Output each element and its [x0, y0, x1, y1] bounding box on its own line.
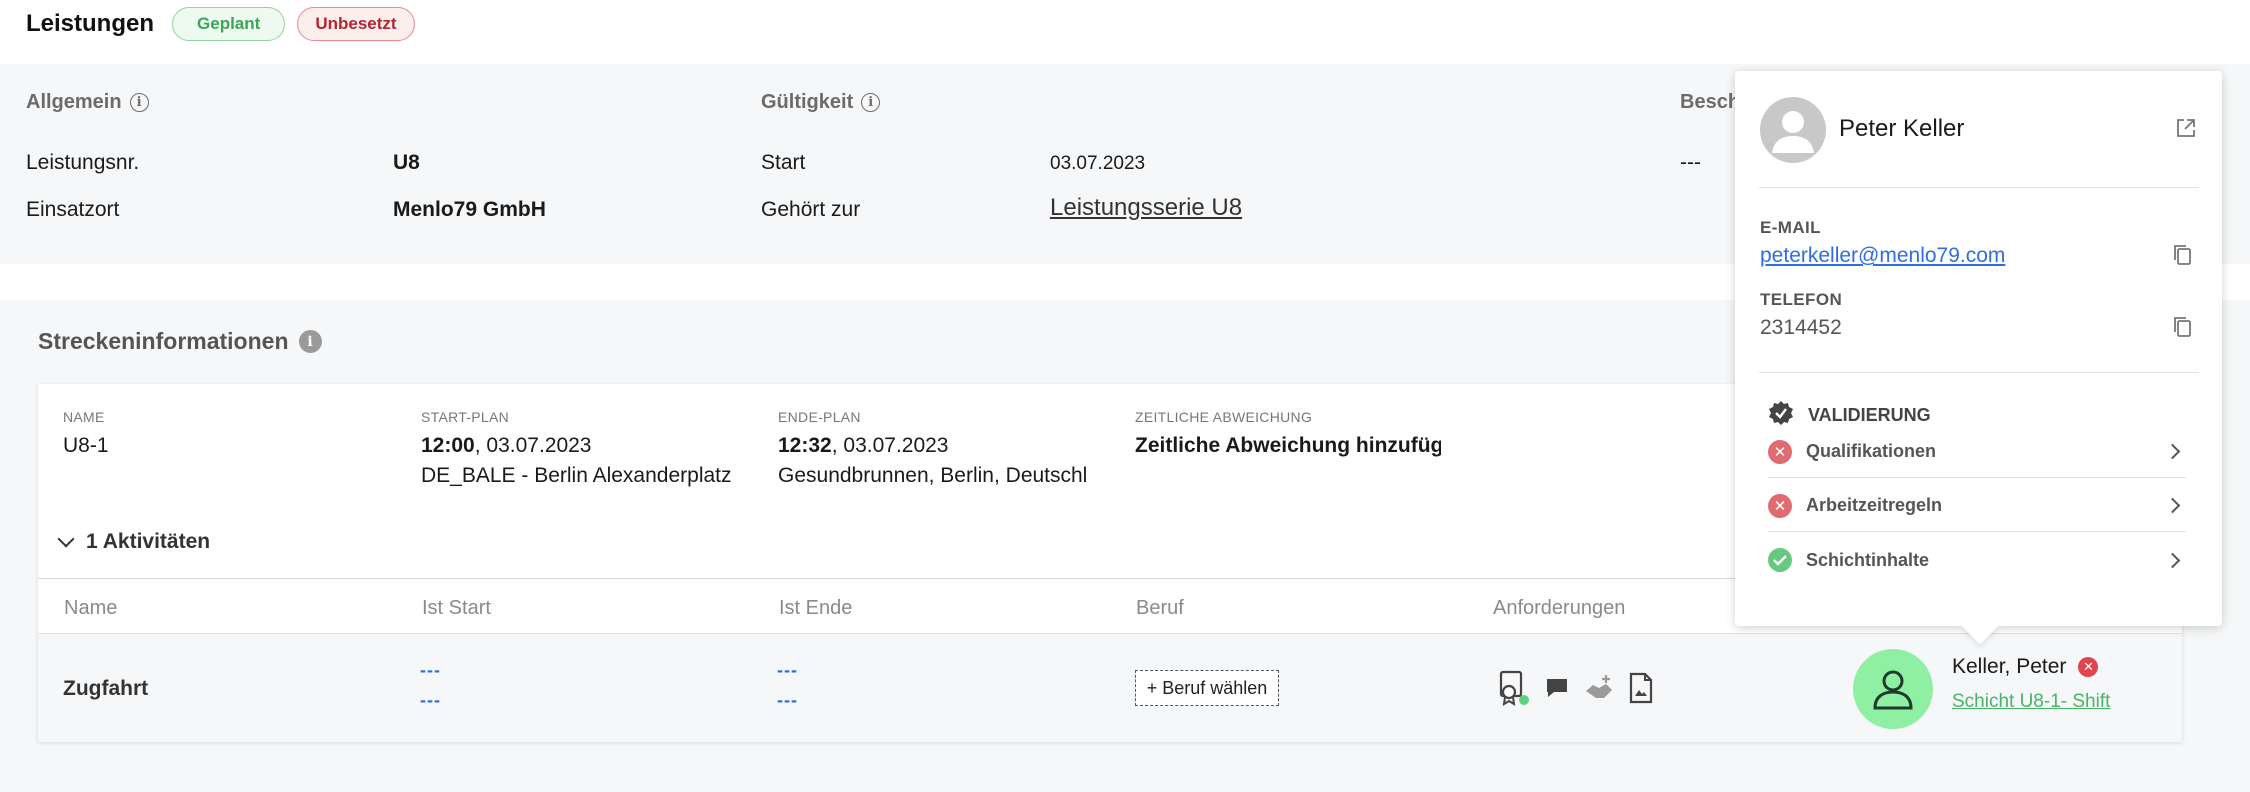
- person-name: Peter Keller: [1839, 115, 1965, 142]
- copy-icon[interactable]: [2171, 243, 2193, 272]
- column-header-beruf: Beruf: [1136, 597, 1184, 619]
- assigned-person-name[interactable]: Keller, Peter: [1952, 655, 2066, 679]
- validation-item-arbeitzeitregeln[interactable]: ✕ Arbeitzeitregeln: [1768, 480, 2186, 532]
- end-plan-location: Gesundbrunnen, Berlin, Deutschl: [778, 464, 1088, 487]
- shift-link[interactable]: Schicht U8-1- Shift: [1952, 691, 2110, 713]
- start-plan-datetime: 12:00, 03.07.2023: [421, 434, 592, 458]
- status-badge-unassigned: Unbesetzt: [297, 7, 415, 41]
- gehoert-label: Gehört zur: [761, 198, 861, 221]
- allgemein-title: Allgemein: [26, 91, 122, 113]
- validation-item-label: Qualifikationen: [1806, 441, 1937, 461]
- phone-label: TELEFON: [1760, 290, 1843, 309]
- allgemein-heading: Allgemein i: [26, 91, 149, 114]
- chevron-down-icon: [57, 530, 75, 548]
- avatar: [1760, 97, 1826, 163]
- external-link-icon[interactable]: [2175, 117, 2197, 144]
- column-header-ist-ende: Ist Ende: [779, 597, 853, 619]
- beschreibung-value: ---: [1680, 151, 1701, 174]
- leistungsnr-label: Leistungsnr.: [26, 151, 140, 174]
- ist-ende-value[interactable]: ---: [777, 660, 798, 681]
- error-icon: ✕: [1768, 493, 1792, 518]
- gueltigkeit-title: Gültigkeit: [761, 91, 854, 113]
- start-value: 03.07.2023: [1050, 153, 1146, 174]
- add-deviation-link[interactable]: Zeitliche Abweichung hinzufüge: [1135, 434, 1441, 458]
- chevron-right-icon: [2164, 552, 2181, 568]
- info-icon[interactable]: i: [129, 93, 149, 112]
- activities-toggle[interactable]: 1 Aktivitäten: [57, 530, 211, 554]
- leistungsserie-link[interactable]: Leistungsserie U8: [1050, 194, 1242, 222]
- info-icon[interactable]: i: [861, 93, 881, 112]
- handshake-add-icon[interactable]: [1584, 673, 1614, 708]
- page-title: Leistungen: [26, 10, 155, 37]
- deviation-label: ZEITLICHE ABWEICHUNG: [1135, 409, 1313, 425]
- email-link[interactable]: peterkeller@menlo79.com: [1760, 244, 2005, 268]
- validation-item-qualifikationen[interactable]: ✕ Qualifikationen: [1768, 426, 2186, 478]
- end-plan-label: ENDE-PLAN: [778, 409, 861, 425]
- end-plan-time: 12:32: [778, 434, 832, 457]
- info-icon[interactable]: i: [298, 330, 322, 353]
- avatar[interactable]: [1853, 649, 1933, 729]
- end-plan-date: , 03.07.2023: [831, 434, 949, 457]
- check-icon: [1768, 548, 1792, 572]
- assigned-person: Keller, Peter ✕: [1952, 655, 2099, 679]
- beschreibung-title: Besch: [1680, 91, 1741, 113]
- validation-item-label: Schichtinhalte: [1806, 549, 1930, 570]
- copy-icon[interactable]: [2171, 315, 2193, 344]
- activity-name: Zugfahrt: [63, 677, 149, 700]
- start-plan-label: START-PLAN: [421, 409, 510, 425]
- page-header: Leistungen Geplant Unbesetzt: [26, 7, 415, 41]
- error-icon: ✕: [1768, 439, 1792, 464]
- divider: [1759, 187, 2199, 188]
- status-badge-planned: Geplant: [172, 7, 286, 41]
- route-title: Streckeninformationen: [38, 328, 289, 354]
- start-plan-date: , 03.07.2023: [474, 434, 592, 457]
- gueltigkeit-heading: Gültigkeit i: [761, 91, 881, 114]
- document-image-icon[interactable]: [1628, 672, 1654, 709]
- email-label: E-MAIL: [1760, 218, 1821, 237]
- ist-start-value[interactable]: ---: [420, 660, 441, 681]
- chevron-right-icon: [2164, 443, 2181, 460]
- start-plan-location: DE_BALE - Berlin Alexanderplatz: [421, 464, 732, 487]
- comment-icon[interactable]: [1544, 676, 1570, 705]
- activities-toggle-label: 1 Aktivitäten: [86, 530, 211, 553]
- einsatzort-label: Einsatzort: [26, 198, 120, 221]
- column-header-name: Name: [64, 597, 118, 619]
- ist-ende-value[interactable]: ---: [777, 690, 798, 711]
- table-row[interactable]: Zugfahrt --- --- --- --- + Beruf wählen: [38, 634, 2182, 742]
- name-value: U8-1: [63, 434, 109, 457]
- route-heading: Streckeninformationen i: [38, 328, 322, 355]
- name-label: NAME: [63, 409, 105, 425]
- beschreibung-heading: Besch: [1680, 91, 1740, 114]
- end-plan-datetime: 12:32, 03.07.2023: [778, 434, 949, 458]
- column-header-ist-start: Ist Start: [422, 597, 491, 619]
- select-profession-button[interactable]: + Beruf wählen: [1135, 670, 1279, 706]
- chevron-right-icon: [2164, 497, 2181, 514]
- phone-value: 2314452: [1760, 316, 1842, 339]
- column-header-anforderungen: Anforderungen: [1493, 597, 1626, 619]
- divider: [1759, 372, 2199, 373]
- validation-item-label: Arbeitzeitregeln: [1806, 495, 1943, 515]
- certificate-icon[interactable]: [1496, 670, 1530, 711]
- start-plan-time: 12:00: [421, 434, 475, 457]
- person-popover: Peter Keller E-MAIL peterkeller@menlo79.…: [1735, 71, 2222, 626]
- leistungsnr-value: U8: [393, 151, 420, 174]
- validation-title: VALIDIERUNG: [1808, 405, 1931, 425]
- ist-start-value[interactable]: ---: [420, 690, 441, 711]
- validation-item-schichtinhalte[interactable]: Schichtinhalte: [1768, 534, 2186, 586]
- einsatzort-value: Menlo79 GmbH: [393, 198, 546, 221]
- start-label: Start: [761, 151, 806, 174]
- requirements-icons: [1496, 670, 1654, 711]
- remove-person-icon[interactable]: ✕: [2078, 657, 2099, 677]
